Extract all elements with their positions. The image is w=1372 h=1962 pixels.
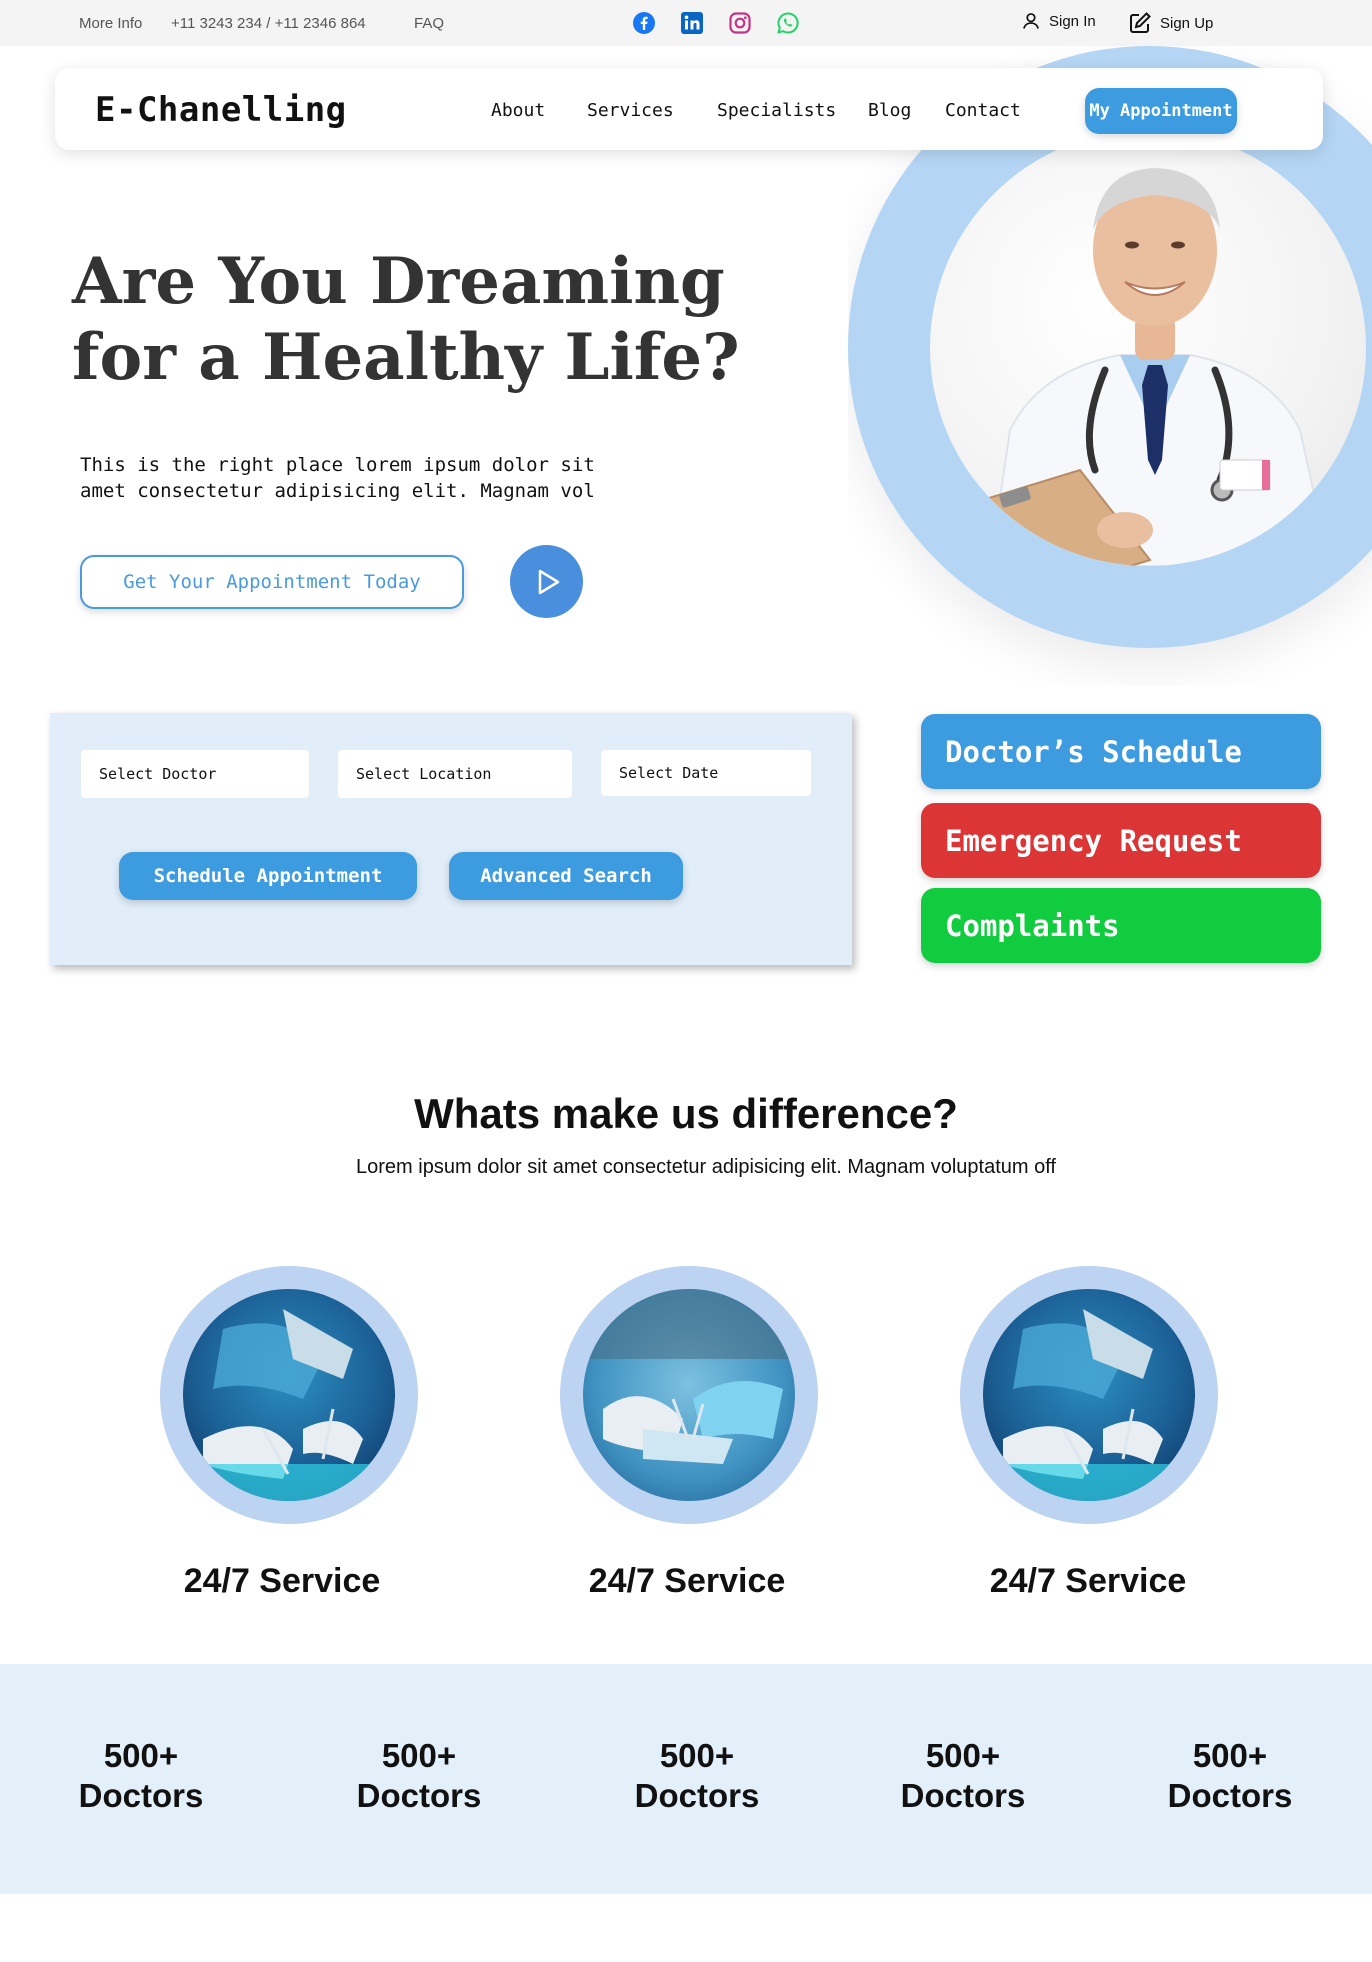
feature-image-frame	[960, 1266, 1218, 1524]
stat-label: Doctors	[634, 1777, 760, 1814]
nav-link-blog[interactable]: Blog	[868, 100, 911, 121]
stat-value: 500+	[925, 1737, 1001, 1774]
stat-label: Doctors	[900, 1777, 1026, 1814]
top-bar: More Info +11 3243 234 / +11 2346 864 FA…	[0, 0, 1372, 46]
doctor-image	[930, 130, 1366, 566]
sign-up-link[interactable]: Sign Up	[1128, 11, 1213, 35]
whatsapp-icon[interactable]	[775, 10, 801, 36]
feature-image-frame	[560, 1266, 818, 1524]
stat-item: 500+ Doctors	[863, 1736, 1063, 1816]
surgery-image	[583, 1289, 795, 1501]
nav-link-about[interactable]: About	[491, 100, 545, 121]
feature-image-frame	[160, 1266, 418, 1524]
get-appointment-button[interactable]: Get Your Appointment Today	[80, 555, 464, 609]
faq-link[interactable]: FAQ	[414, 15, 444, 32]
stat-item: 500+ Doctors	[319, 1736, 519, 1816]
select-location-dropdown[interactable]: Select Location	[338, 750, 572, 798]
phone-numbers: +11 3243 234 / +11 2346 864	[171, 15, 366, 32]
sign-up-label: Sign Up	[1160, 14, 1214, 32]
select-date-field[interactable]: Select Date	[601, 750, 811, 796]
stat-label: Doctors	[356, 1777, 482, 1814]
hero-description: This is the right place lorem ipsum dolo…	[80, 454, 595, 502]
user-icon	[1023, 13, 1039, 29]
doctors-schedule-button[interactable]: Doctor’s Schedule	[921, 714, 1321, 789]
advanced-search-button[interactable]: Advanced Search	[449, 852, 683, 900]
play-icon	[538, 569, 559, 594]
feature-label: 24/7 Service	[588, 1562, 786, 1600]
nav-link-specialists[interactable]: Specialists	[717, 100, 836, 121]
play-video-button[interactable]	[510, 545, 583, 618]
nav-link-services[interactable]: Services	[587, 100, 674, 121]
stat-item: 500+ Doctors	[41, 1736, 241, 1816]
surgery-image	[183, 1289, 395, 1501]
emergency-request-button[interactable]: Emergency Request	[921, 803, 1321, 878]
difference-subtitle: Lorem ipsum dolor sit amet consectetur a…	[356, 1156, 1056, 1178]
my-appointment-button[interactable]: My Appointment	[1085, 88, 1237, 134]
main-navigation: E-Chanelling About Services Specialists …	[55, 68, 1323, 150]
difference-heading: Whats make us difference?	[414, 1090, 958, 1137]
linkedin-icon[interactable]	[679, 10, 705, 36]
stat-label: Doctors	[78, 1777, 204, 1814]
edit-icon	[1130, 12, 1151, 33]
stat-value: 500+	[103, 1737, 179, 1774]
feature-label: 24/7 Service	[183, 1562, 381, 1600]
more-info-link[interactable]: More Info	[79, 15, 142, 32]
nav-link-contact[interactable]: Contact	[945, 100, 1021, 121]
hero-title: Are You Dreaming for a Healthy Life?	[72, 244, 740, 395]
sign-in-label: Sign In	[1049, 12, 1096, 30]
select-doctor-dropdown[interactable]: Select Doctor	[81, 750, 309, 798]
stat-value: 500+	[1192, 1737, 1268, 1774]
complaints-button[interactable]: Complaints	[921, 888, 1321, 963]
appointment-search-panel: Select Doctor Select Location Select Dat…	[50, 713, 852, 965]
stat-label: Doctors	[1167, 1777, 1293, 1814]
stats-section: 500+ Doctors 500+ Doctors 500+ Doctors 5…	[0, 1664, 1372, 1894]
stat-item: 500+ Doctors	[1130, 1736, 1330, 1816]
facebook-icon[interactable]	[631, 10, 657, 36]
instagram-icon[interactable]	[727, 10, 753, 36]
site-logo[interactable]: E-Chanelling	[95, 90, 347, 130]
stat-value: 500+	[659, 1737, 735, 1774]
surgery-image	[983, 1289, 1195, 1501]
sign-in-link[interactable]: Sign In	[1021, 11, 1096, 31]
stat-value: 500+	[381, 1737, 457, 1774]
schedule-appointment-button[interactable]: Schedule Appointment	[119, 852, 417, 900]
feature-label: 24/7 Service	[989, 1562, 1187, 1600]
stat-item: 500+ Doctors	[597, 1736, 797, 1816]
